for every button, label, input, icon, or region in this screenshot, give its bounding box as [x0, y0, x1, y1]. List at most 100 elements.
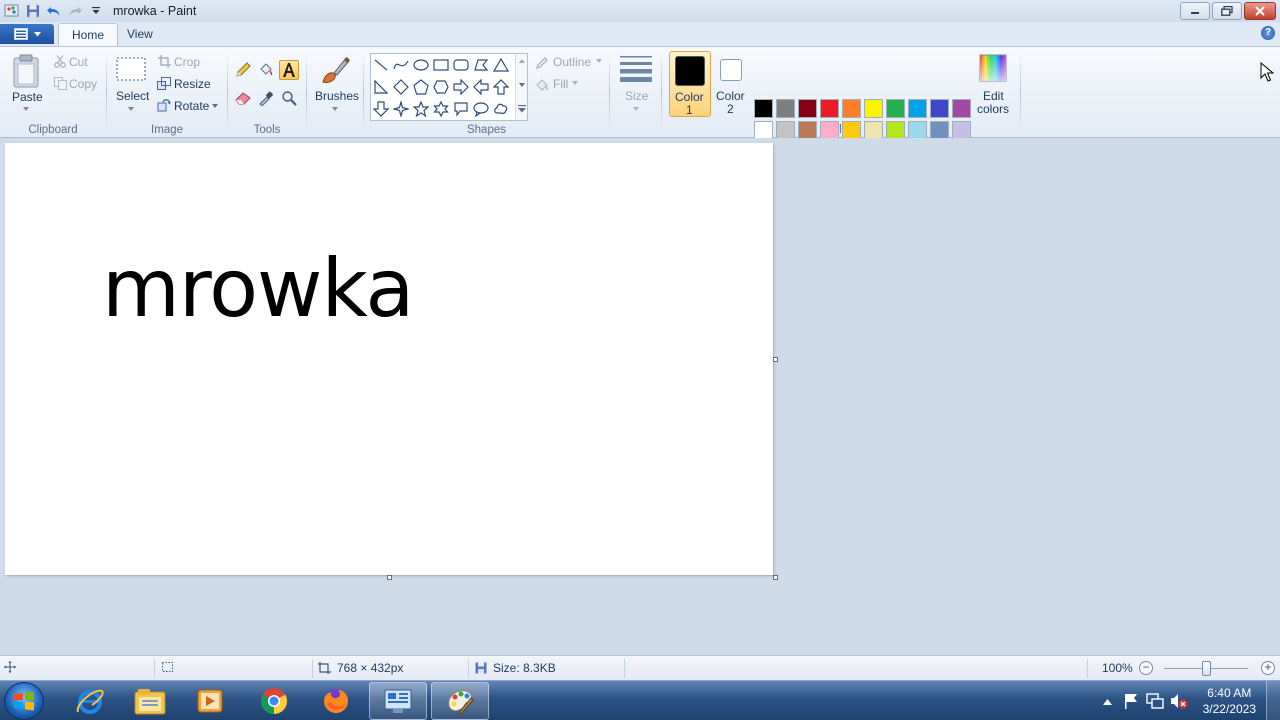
- eraser-icon[interactable]: [233, 88, 253, 108]
- triangle-shape-icon[interactable]: [491, 55, 511, 75]
- edit-colors-icon[interactable]: [978, 53, 1008, 83]
- scroll-up-icon[interactable]: [519, 59, 525, 63]
- drawing-canvas[interactable]: mrowka: [5, 143, 773, 575]
- palette-color-swatch[interactable]: [820, 99, 839, 118]
- zoom-out-button[interactable]: −: [1139, 661, 1153, 675]
- resize-button[interactable]: Resize: [174, 77, 211, 91]
- close-button[interactable]: [1244, 2, 1276, 20]
- outline-dropdown-icon[interactable]: [596, 59, 602, 63]
- edit-colors-label-2[interactable]: colors: [977, 102, 1009, 116]
- resize-handle-right[interactable]: [773, 357, 778, 362]
- taskbar-paint[interactable]: [431, 682, 489, 720]
- color2-button[interactable]: Color 2: [713, 51, 749, 117]
- pencil-icon[interactable]: [233, 60, 253, 80]
- copy-button[interactable]: Copy: [69, 77, 97, 91]
- paint-app-icon[interactable]: [2, 1, 22, 21]
- redo-icon[interactable]: [65, 1, 85, 21]
- select-button[interactable]: Select: [116, 89, 149, 103]
- size-button[interactable]: Size: [625, 89, 648, 103]
- save-icon[interactable]: [23, 1, 43, 21]
- show-hidden-icons-icon[interactable]: [1103, 699, 1112, 705]
- magnifier-icon[interactable]: [279, 88, 299, 108]
- cut-button[interactable]: Cut: [69, 55, 88, 69]
- left-arrow-shape-icon[interactable]: [471, 77, 491, 97]
- palette-color-swatch[interactable]: [864, 99, 883, 118]
- select-icon[interactable]: [116, 56, 146, 82]
- oval-shape-icon[interactable]: [411, 55, 431, 75]
- scroll-down-icon[interactable]: [519, 83, 525, 87]
- polygon-shape-icon[interactable]: [471, 55, 491, 75]
- down-arrow-shape-icon[interactable]: [371, 99, 391, 119]
- text-tool-icon[interactable]: [279, 60, 299, 80]
- right-arrow-shape-icon[interactable]: [451, 77, 471, 97]
- fill-button[interactable]: Fill: [553, 77, 568, 91]
- rounded-rectangle-shape-icon[interactable]: [451, 55, 471, 75]
- rectangle-shape-icon[interactable]: [431, 55, 451, 75]
- palette-color-swatch[interactable]: [754, 99, 773, 118]
- start-button[interactable]: [4, 682, 44, 720]
- five-point-star-shape-icon[interactable]: [411, 99, 431, 119]
- shapes-scrollbar[interactable]: [515, 54, 527, 120]
- size-dropdown-icon[interactable]: [633, 107, 639, 111]
- pentagon-shape-icon[interactable]: [411, 77, 431, 97]
- taskbar-control-panel[interactable]: [369, 682, 427, 720]
- tab-view[interactable]: View: [114, 23, 166, 46]
- taskbar-media-player[interactable]: [181, 682, 239, 720]
- resize-handle-corner[interactable]: [773, 575, 778, 580]
- taskbar-internet-explorer[interactable]: [61, 682, 119, 720]
- rotate-button[interactable]: Rotate: [174, 99, 209, 113]
- line-shape-icon[interactable]: [371, 55, 391, 75]
- palette-color-swatch[interactable]: [930, 99, 949, 118]
- diamond-shape-icon[interactable]: [391, 77, 411, 97]
- color-picker-icon[interactable]: [256, 88, 276, 108]
- brushes-dropdown-icon[interactable]: [332, 107, 338, 111]
- action-center-flag-icon[interactable]: [1124, 693, 1138, 709]
- edit-colors-label[interactable]: Edit: [983, 89, 1004, 103]
- zoom-in-button[interactable]: +: [1261, 661, 1275, 675]
- show-desktop-button[interactable]: [1266, 681, 1280, 720]
- taskbar-firefox[interactable]: [307, 682, 365, 720]
- rotate-dropdown-icon[interactable]: [212, 104, 218, 108]
- outline-button[interactable]: Outline: [553, 55, 591, 69]
- crop-button[interactable]: Crop: [174, 55, 200, 69]
- cloud-callout-shape-icon[interactable]: [491, 99, 511, 119]
- minimize-button[interactable]: [1180, 2, 1210, 20]
- tab-home[interactable]: Home: [58, 23, 119, 46]
- paste-dropdown-icon[interactable]: [23, 107, 29, 111]
- palette-color-swatch[interactable]: [798, 99, 817, 118]
- oval-callout-shape-icon[interactable]: [471, 99, 491, 119]
- rounded-callout-shape-icon[interactable]: [451, 99, 471, 119]
- fill-bucket-icon[interactable]: [256, 60, 276, 80]
- palette-color-swatch[interactable]: [952, 99, 971, 118]
- volume-muted-icon[interactable]: [1170, 693, 1188, 709]
- palette-color-swatch[interactable]: [842, 99, 861, 118]
- expand-gallery-icon[interactable]: [518, 105, 526, 113]
- six-point-star-shape-icon[interactable]: [431, 99, 451, 119]
- zoom-slider-thumb[interactable]: [1202, 661, 1211, 676]
- brush-icon[interactable]: [319, 53, 351, 87]
- paste-button[interactable]: Paste: [12, 90, 43, 104]
- hexagon-shape-icon[interactable]: [431, 77, 451, 97]
- undo-icon[interactable]: [44, 1, 64, 21]
- brushes-button[interactable]: Brushes: [315, 89, 359, 103]
- up-arrow-shape-icon[interactable]: [491, 77, 511, 97]
- customize-qat-icon[interactable]: [86, 1, 106, 21]
- size-icon[interactable]: [619, 53, 653, 83]
- palette-color-swatch[interactable]: [908, 99, 927, 118]
- select-dropdown-icon[interactable]: [128, 107, 134, 111]
- resize-handle-bottom[interactable]: [387, 575, 392, 580]
- right-triangle-shape-icon[interactable]: [371, 77, 391, 97]
- network-icon[interactable]: [1146, 693, 1164, 709]
- four-point-star-shape-icon[interactable]: [391, 99, 411, 119]
- taskbar-chrome[interactable]: [245, 682, 303, 720]
- help-icon[interactable]: ?: [1261, 26, 1275, 40]
- palette-color-swatch[interactable]: [776, 99, 795, 118]
- palette-color-swatch[interactable]: [886, 99, 905, 118]
- fill-dropdown-icon[interactable]: [572, 81, 578, 85]
- paste-icon[interactable]: [10, 51, 42, 91]
- curve-shape-icon[interactable]: [391, 55, 411, 75]
- paint-menu-button[interactable]: [0, 24, 54, 44]
- taskbar-file-explorer[interactable]: [121, 682, 179, 720]
- color1-button[interactable]: Color 1: [669, 51, 711, 117]
- restore-button[interactable]: [1212, 2, 1242, 20]
